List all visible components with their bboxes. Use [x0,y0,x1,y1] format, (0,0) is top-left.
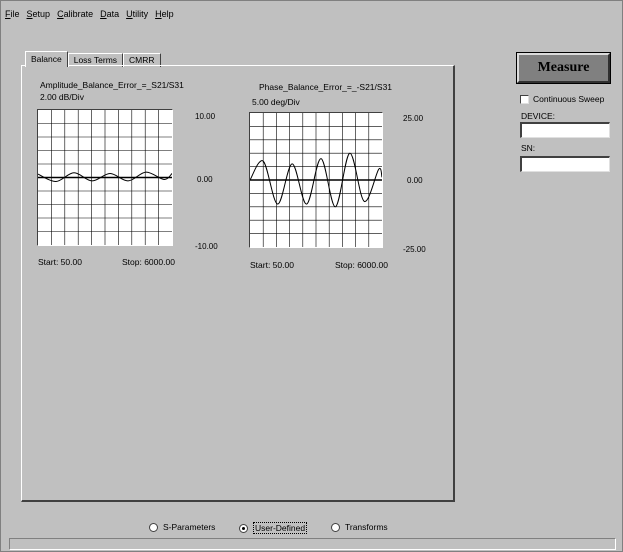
sn-label: SN: [521,143,536,153]
radio-user-defined[interactable]: User-Defined [239,522,308,534]
menu-file[interactable]: File [5,9,20,25]
phase-start-label: Start: 50.00 [250,260,294,270]
amplitude-y-bot: -10.00 [195,242,218,251]
phase-plot-scale: 5.00 deg/Div [252,97,300,107]
amplitude-plot-title: Amplitude_Balance_Error_=_S21/S31 [40,80,184,90]
menu-utility[interactable]: Utility [126,9,148,25]
amplitude-stop-label: Stop: 6000.00 [122,257,175,267]
radio-button[interactable] [331,522,340,532]
phase-plot [249,112,383,248]
continuous-sweep-checkbox[interactable]: Continuous Sweep [520,94,604,104]
phase-plot-title: Phase_Balance_Error_=_-S21/S31 [259,82,393,92]
phase-y-bot: -25.00 [403,245,426,254]
amplitude-y-top: 10.00 [195,112,216,121]
phase-plot-svg [250,113,382,247]
measure-button[interactable]: Measure [516,52,611,84]
device-field[interactable] [520,122,610,138]
menu-bar: File Setup Calibrate Data Utility Help [5,9,174,25]
radio-label: Transforms [345,522,388,532]
phase-y-mid: 0.00 [407,176,423,185]
amplitude-plot-svg [38,110,172,245]
radio-label: S-Parameters [163,522,216,532]
menu-setup[interactable]: Setup [27,9,51,25]
phase-y-top: 25.00 [403,114,424,123]
radio-label: User-Defined [253,522,308,534]
tab-balance[interactable]: Balance [25,51,68,67]
amplitude-y-mid: 0.00 [197,175,213,184]
continuous-sweep-label: Continuous Sweep [533,94,605,104]
checkbox-box[interactable] [520,94,529,104]
menu-data[interactable]: Data [100,9,119,25]
amplitude-start-label: Start: 50.00 [38,257,82,267]
radio-button[interactable] [149,522,158,532]
app-window: File Setup Calibrate Data Utility Help B… [0,0,623,552]
sn-field[interactable] [520,156,610,172]
menu-help[interactable]: Help [155,9,174,25]
radio-s-parameters[interactable]: S-Parameters [149,522,215,532]
radio-button[interactable] [239,523,248,533]
amplitude-plot [37,109,173,246]
amplitude-plot-scale: 2.00 dB/Div [40,92,84,102]
radio-transforms[interactable]: Transforms [331,522,388,532]
device-label: DEVICE: [521,111,556,121]
menu-calibrate[interactable]: Calibrate [57,9,93,25]
status-bar [9,538,616,550]
phase-stop-label: Stop: 6000.00 [335,260,388,270]
